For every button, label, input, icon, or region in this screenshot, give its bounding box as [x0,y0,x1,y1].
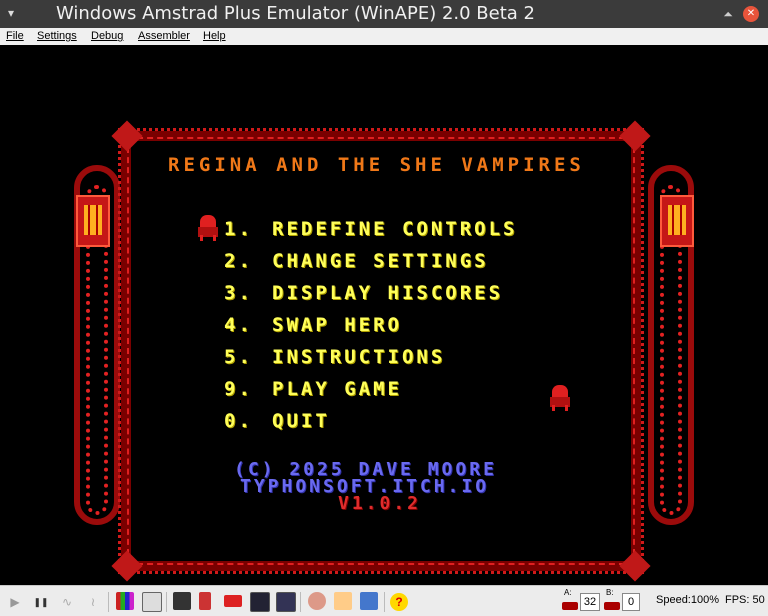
menu-option-change-settings[interactable]: 2. CHANGE SETTINGS [224,250,489,272]
tape-icon[interactable] [224,595,242,607]
drive-b-label: B: [606,588,614,597]
disk-library-icon[interactable] [116,592,134,610]
menu-option-redefine-controls[interactable]: 1. REDEFINE CONTROLS [224,218,517,240]
step-over-icon[interactable]: ≀ [84,593,102,611]
menu-option-instructions[interactable]: 5. INSTRUCTIONS [224,346,445,368]
menu-option-play-game[interactable]: 9. PLAY GAME [224,378,402,400]
window-titlebar: ▾ Windows Amstrad Plus Emulator (WinAPE)… [0,0,768,28]
menu-option-swap-hero[interactable]: 4. SWAP HERO [224,314,402,336]
settings-tools-icon[interactable] [308,592,326,610]
document-icon[interactable] [142,592,162,612]
pause-icon[interactable]: ❚❚ [32,593,50,611]
vampire-sprite [550,385,570,411]
drive-b-led-icon [604,602,620,610]
cartridge-icon[interactable] [199,592,211,610]
minimize-icon[interactable]: ⏶ [720,6,736,22]
save-icon[interactable] [173,592,191,610]
step-icon[interactable]: ∿ [58,593,76,611]
snapshot-icon[interactable] [250,592,270,612]
menu-help[interactable]: Help [203,30,226,42]
game-title: REGINA AND THE SHE VAMPIRES [168,154,585,176]
close-icon[interactable]: ✕ [743,6,759,22]
status-toolbar: ▶ ❚❚ ∿ ≀ ? A: 32 B: 0 Speed:100% FPS: 50 [0,585,768,616]
menu-cursor-sprite [198,215,218,241]
monitor-icon[interactable] [360,592,378,610]
drive-a-led-icon [562,602,578,610]
fps-readout: FPS: 50 [725,594,765,606]
menu-option-quit[interactable]: 0. QUIT [224,410,330,432]
menu-debug[interactable]: Debug [91,30,123,42]
right-lantern-icon [660,195,694,247]
emulator-screen[interactable]: REGINA AND THE SHE VAMPIRES 1. REDEFINE C… [0,45,768,585]
version-text: V1.0.2 [338,493,422,514]
menu-file[interactable]: File [6,30,24,42]
help-icon[interactable]: ? [390,593,408,611]
window-menu-icon[interactable]: ▾ [8,6,14,20]
drive-a-track: 32 [580,593,600,611]
speed-readout: Speed:100% [656,594,719,606]
menu-assembler[interactable]: Assembler [138,30,190,42]
menu-bar: File Settings Debug Assembler Help [0,28,768,46]
play-icon[interactable]: ▶ [6,593,24,611]
menu-settings[interactable]: Settings [37,30,77,42]
drive-b-track: 0 [622,593,640,611]
window-title: Windows Amstrad Plus Emulator (WinAPE) 2… [56,3,535,24]
pointer-hand-icon[interactable] [334,592,352,610]
snapshot-save-icon[interactable] [276,592,296,612]
drive-a-label: A: [564,588,572,597]
menu-option-display-hiscores[interactable]: 3. DISPLAY HISCORES [224,282,503,304]
left-lantern-icon [76,195,110,247]
